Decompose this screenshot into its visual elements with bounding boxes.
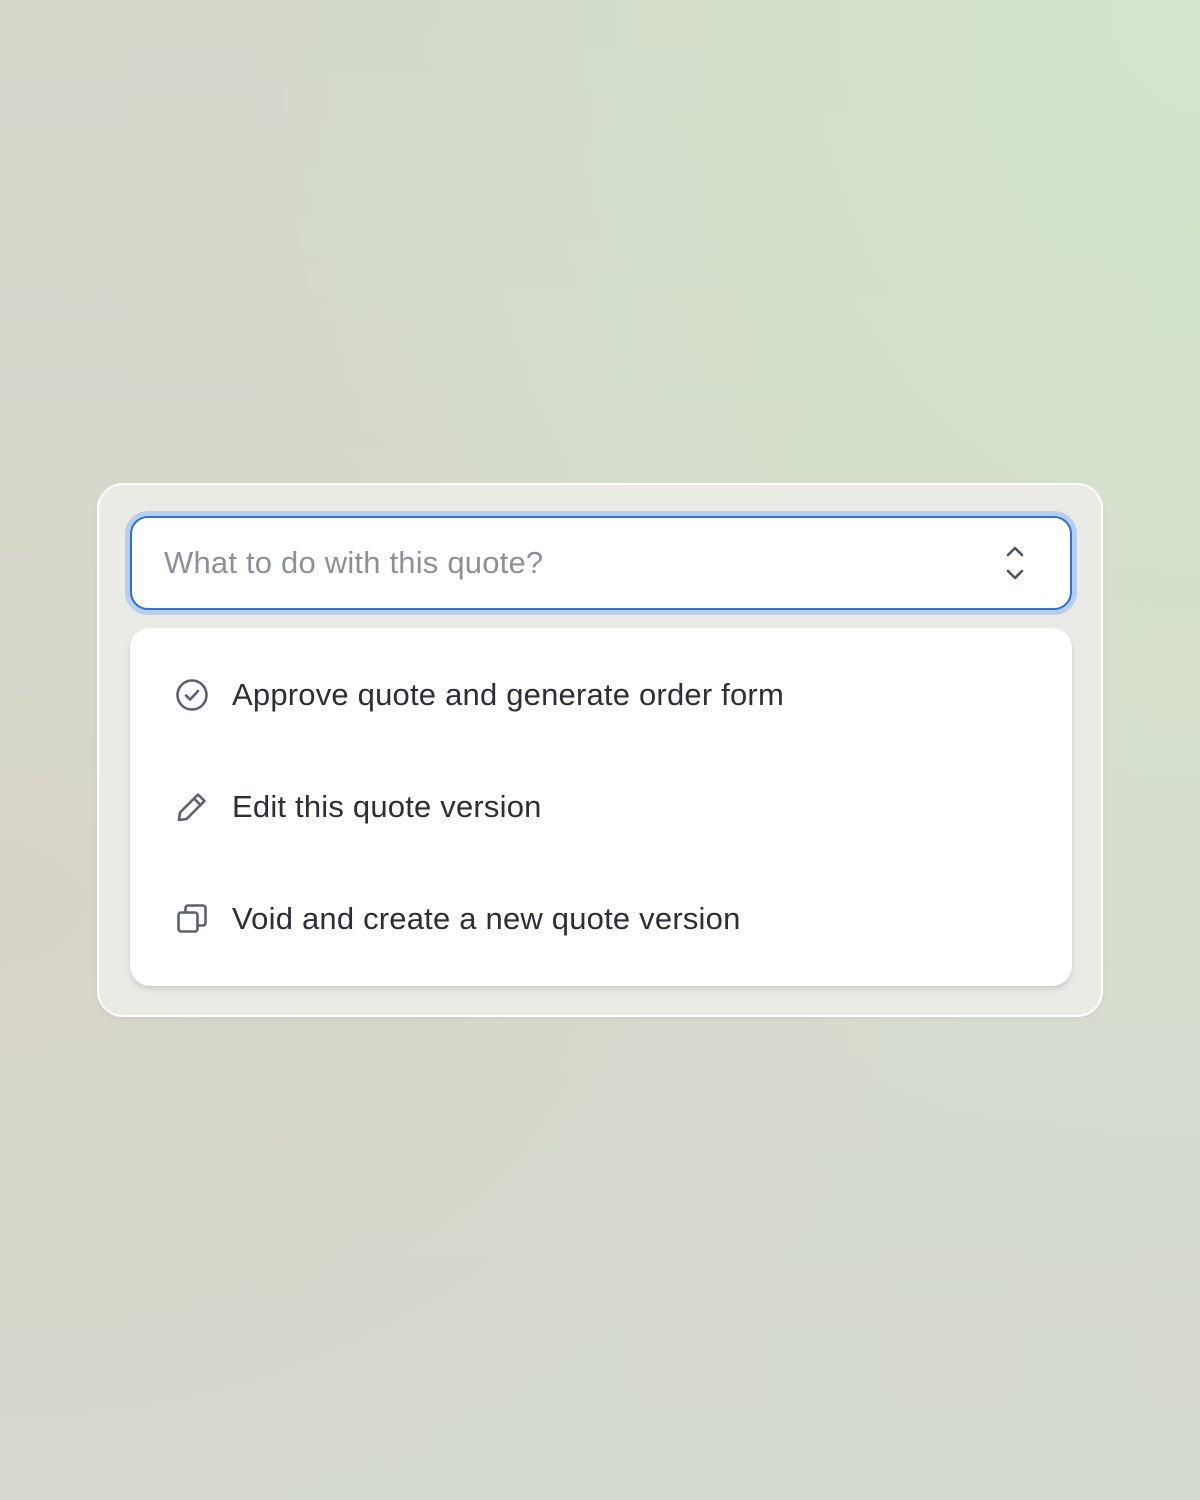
chevron-up-down-icon[interactable] [1000,543,1030,583]
select-placeholder: What to do with this quote? [164,545,544,580]
quote-action-menu: Approve quote and generate order form Ed… [130,628,1072,986]
menu-item-approve[interactable]: Approve quote and generate order form [130,639,1072,751]
menu-item-label: Edit this quote version [232,789,542,824]
duplicate-icon [174,901,210,937]
quote-action-select[interactable]: What to do with this quote? [130,516,1072,610]
pencil-icon [174,789,210,825]
check-circle-icon [174,677,210,713]
quote-action-card: What to do with this quote? Approve quot… [97,483,1103,1017]
menu-item-label: Approve quote and generate order form [232,677,784,712]
menu-item-label: Void and create a new quote version [232,901,741,936]
menu-item-void-create[interactable]: Void and create a new quote version [130,863,1072,975]
menu-item-edit[interactable]: Edit this quote version [130,751,1072,863]
